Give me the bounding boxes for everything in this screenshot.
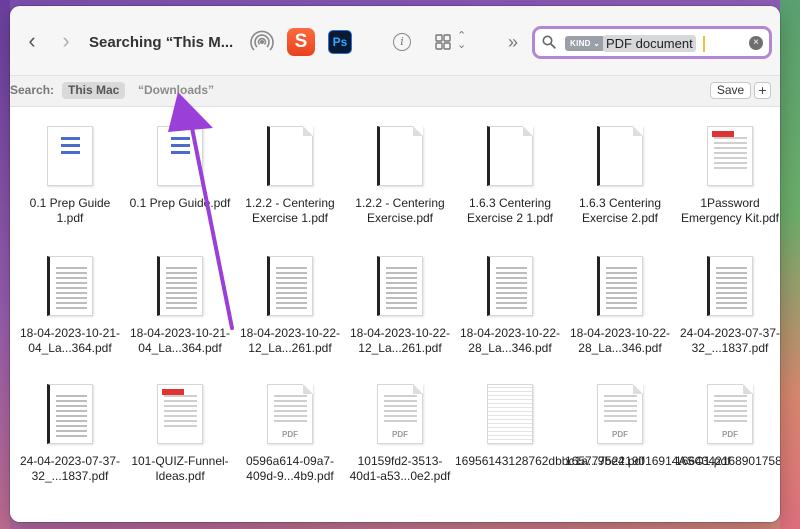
text-caret: [703, 36, 705, 52]
pdf-badge: PDF: [722, 430, 738, 439]
file-item[interactable]: 24-04-2023-07-37-32_...1837.pdf: [675, 256, 780, 356]
pdf-thumbnail-icon: PDF: [597, 384, 643, 444]
forward-button[interactable]: ›: [56, 30, 76, 54]
pdf-thumbnail-icon: [47, 126, 93, 186]
search-input[interactable]: PDF document: [603, 35, 696, 52]
pdf-thumbnail-icon: [157, 256, 203, 316]
file-name-label: 1.6.3 Centering Exercise 2.pdf: [578, 196, 662, 225]
file-name-label: 1.6.3 Centering Exercise 2 1.pdf: [466, 196, 554, 225]
file-item[interactable]: 101-QUIZ-Funnel-Ideas.pdf: [125, 384, 235, 484]
file-item[interactable]: 18-04-2023-10-22-28_La...346.pdf: [455, 256, 565, 356]
file-name-label: 10159fd2-3513-40d1-a53...0e2.pdf: [349, 454, 451, 483]
add-criteria-button[interactable]: +: [754, 82, 771, 99]
file-name-label: 1Password Emergency Kit.pdf: [680, 196, 780, 225]
kind-token[interactable]: KIND ⌄: [565, 36, 606, 51]
pdf-thumbnail-icon: [47, 384, 93, 444]
save-search-button[interactable]: Save: [710, 82, 751, 99]
file-name-label: 24-04-2023-07-37-32_...1837.pdf: [679, 326, 780, 355]
scope-this-mac-button[interactable]: This Mac: [62, 82, 126, 99]
app-s-icon[interactable]: S: [287, 28, 315, 56]
file-name-label: 1.2.2 - Centering Exercise 1.pdf: [245, 196, 335, 225]
file-name-label: 0.1 Prep Guide.pdf: [129, 196, 231, 210]
results-grid: 0.1 Prep Guide 1.pdf 0.1 Prep Guide.pdf 1.…: [10, 107, 780, 522]
search-field[interactable]: KIND ⌄ PDF document ×: [532, 26, 772, 59]
pdf-thumbnail-icon: [157, 126, 203, 186]
view-grid-icon[interactable]: [435, 34, 451, 50]
pdf-thumbnail-icon: [267, 126, 313, 186]
pdf-thumbnail-icon: [597, 256, 643, 316]
desktop-wallpaper-right: [780, 0, 800, 529]
search-scope-label: Search:: [10, 83, 55, 97]
file-item[interactable]: PDF 16577752219016914ASO1.pdf: [565, 384, 731, 469]
pdf-thumbnail-icon: [707, 126, 753, 186]
pdf-thumbnail-icon: [267, 256, 313, 316]
file-item[interactable]: 1Password Emergency Kit.pdf: [675, 126, 780, 226]
chevron-up-down-icon[interactable]: ⌃ ⌄: [457, 31, 466, 51]
pdf-badge: PDF: [392, 430, 408, 439]
pdf-thumbnail-icon: [597, 126, 643, 186]
file-item[interactable]: 18-04-2023-10-22-28_La...346.pdf: [565, 256, 675, 356]
pdf-thumbnail-icon: [707, 256, 753, 316]
file-item[interactable]: PDF 10159fd2-3513-40d1-a53...0e2.pdf: [345, 384, 455, 484]
file-item[interactable]: 24-04-2023-07-37-32_...1837.pdf: [15, 384, 125, 484]
window-title: Searching “This M...: [89, 34, 234, 51]
scope-downloads-button[interactable]: “Downloads”: [138, 83, 214, 97]
file-item[interactable]: 18-04-2023-10-21-04_La...364.pdf: [15, 256, 125, 356]
pdf-thumbnail-icon: [487, 256, 533, 316]
pdf-thumbnail-icon: PDF: [267, 384, 313, 444]
file-item[interactable]: 0.1 Prep Guide 1.pdf: [15, 126, 125, 226]
file-name-label: 18-04-2023-10-22-12_La...261.pdf: [239, 326, 341, 355]
file-item[interactable]: 18-04-2023-10-22-12_La...261.pdf: [345, 256, 455, 356]
clear-search-button[interactable]: ×: [749, 36, 763, 50]
pdf-thumbnail-icon: [47, 256, 93, 316]
file-name-label: 18-04-2023-10-21-04_La...364.pdf: [19, 326, 121, 355]
pdf-thumbnail-icon: PDF: [707, 384, 753, 444]
file-name-label: 0596a614-09a7-409d-9...4b9.pdf: [245, 454, 335, 483]
pdf-badge: PDF: [612, 430, 628, 439]
desktop-wallpaper-left: [0, 0, 10, 529]
finder-window: ‹ › Searching “This M... S Ps i ⌃ ⌄ » KIN…: [10, 6, 780, 522]
file-item[interactable]: 1.6.3 Centering Exercise 2 1.pdf: [455, 126, 565, 226]
file-name-label: 16956143128762dbbc1a...9be4.pdf: [455, 454, 645, 468]
more-toolbar-icon[interactable]: »: [508, 32, 518, 53]
search-scope-bar: Search: This Mac “Downloads” Save +: [10, 76, 780, 107]
file-name-label: 101-QUIZ-Funnel-Ideas.pdf: [131, 454, 229, 483]
file-name-label: 24-04-2023-07-37-32_...1837.pdf: [19, 454, 121, 483]
file-item[interactable]: 1.2.2 - Centering Exercise 1.pdf: [235, 126, 345, 226]
bottom-fade: [10, 494, 780, 522]
file-name-label: 0.1 Prep Guide 1.pdf: [29, 196, 111, 225]
file-item[interactable]: PDF 0596a614-09a7-409d-9...4b9.pdf: [235, 384, 345, 484]
file-name-label: 18-04-2023-10-22-28_La...346.pdf: [569, 326, 671, 355]
pdf-badge: PDF: [282, 430, 298, 439]
toolbar: ‹ › Searching “This M... S Ps i ⌃ ⌄ » KIN…: [10, 6, 780, 76]
search-icon: [542, 35, 556, 49]
file-item[interactable]: 1.2.2 - Centering Exercise.pdf: [345, 126, 455, 226]
file-item[interactable]: 18-04-2023-10-21-04_La...364.pdf: [125, 256, 235, 356]
file-name-label: 18-04-2023-10-22-28_La...346.pdf: [459, 326, 561, 355]
file-item[interactable]: 1.6.3 Centering Exercise 2.pdf: [565, 126, 675, 226]
file-name-label: 18-04-2023-10-22-12_La...261.pdf: [349, 326, 451, 355]
file-name-label: 16577752219016914ASO1.pdf: [565, 454, 731, 468]
airdrop-icon[interactable]: [250, 30, 274, 54]
pdf-thumbnail-icon: [377, 126, 423, 186]
pdf-thumbnail-icon: [487, 384, 533, 444]
photoshop-icon[interactable]: Ps: [328, 30, 352, 54]
back-button[interactable]: ‹: [22, 30, 42, 54]
pdf-thumbnail-icon: [157, 384, 203, 444]
file-item[interactable]: 18-04-2023-10-22-12_La...261.pdf: [235, 256, 345, 356]
file-name-label: 18-04-2023-10-21-04_La...364.pdf: [129, 326, 231, 355]
pdf-thumbnail-icon: [377, 256, 423, 316]
pdf-thumbnail-icon: [487, 126, 533, 186]
info-icon[interactable]: i: [393, 33, 411, 51]
file-item[interactable]: 0.1 Prep Guide.pdf: [125, 126, 235, 211]
file-name-label: 1.2.2 - Centering Exercise.pdf: [355, 196, 445, 225]
file-item[interactable]: 16956143128762dbbc1a...9be4.pdf: [455, 384, 645, 469]
pdf-thumbnail-icon: PDF: [377, 384, 423, 444]
file-item[interactable]: PDF 16643421689017581ASO1.pdf: [675, 384, 780, 469]
file-name-label: 16643421689017581ASO1.pdf: [675, 454, 780, 468]
